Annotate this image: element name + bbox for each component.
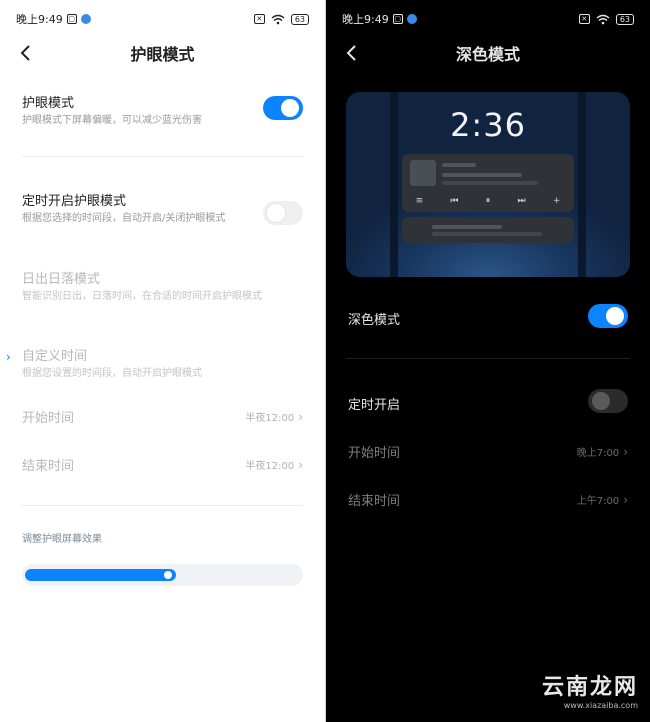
adjust-label: 调整护眼屏幕效果 [22,534,102,545]
dark-start-time-text: 晚上7:00 [576,448,620,459]
chevron-right-icon: › [298,457,303,472]
preview-notification-card [402,217,574,243]
slider-fill [25,569,176,581]
dark-end-time-value[interactable]: 上午7:00 › [576,492,628,508]
wifi-icon [596,14,610,24]
page-header: 护眼模式 [0,38,325,68]
status-bar: 晚上9:49 ▢ ✕ 63 [342,10,634,28]
dark-scheduled-toggle[interactable] [588,389,628,413]
previous-icon: ⏮ [450,196,459,206]
divider [22,505,303,506]
sim-icon: ▢ [392,14,403,24]
sim-icon: ▢ [66,14,77,24]
pause-icon: ⏸ [485,196,491,206]
app-notification-icon [406,14,417,24]
mute-icon: ✕ [578,14,590,24]
status-time: 晚上9:49 [342,13,389,26]
divider [346,358,630,359]
preview-media-controls: ≡ ⏮ ⏸ ⏭ + [402,196,574,206]
preview-line [442,181,538,185]
dark-mode-toggle[interactable] [588,304,628,328]
toggle-knob [267,204,285,222]
scheduled-toggle[interactable] [263,201,303,225]
preview-media-card: ≡ ⏮ ⏸ ⏭ + [402,154,574,212]
preview-line [442,173,522,177]
eye-mode-title: 护眼模式 [22,96,75,111]
custom-subtitle: 根据您设置的时间段，自动开启护眼模式 [22,368,202,379]
custom-title: 自定义时间 [22,349,88,364]
watermark-sub: www.xiazaiba.com [563,701,638,710]
watermark: 云南龙网 www.xiazaiba.com [542,669,638,710]
chevron-right-icon: › [298,409,303,424]
dark-mode-row[interactable]: 深色模式 [348,309,628,328]
scheduled-eye-mode-row[interactable]: 定时开启护眼模式 根据您选择的时间段，自动开启/关闭护眼模式 [22,190,253,226]
plus-icon: + [552,196,561,206]
preview-line [442,163,476,167]
custom-time-row[interactable]: 自定义时间 根据您设置的时间段，自动开启护眼模式 [22,345,303,381]
selected-marker-icon: › [6,350,11,364]
page-header: 深色模式 [326,38,650,68]
sunrise-subtitle: 智能识别日出，日落时间，在合适的时间开启护眼模式 [22,291,262,302]
preview-line [432,232,542,236]
end-time-value[interactable]: 半夜12:00 › [245,457,303,473]
sunrise-sunset-row[interactable]: 日出日落模式 智能识别日出，日落时间，在合适的时间开启护眼模式 [22,268,303,304]
start-time-text: 半夜12:00 [245,413,295,424]
wifi-icon [271,14,285,24]
preview-line [432,225,502,229]
chevron-left-icon[interactable] [16,42,36,64]
eye-effect-slider[interactable] [22,564,303,586]
scheduled-title: 定时开启护眼模式 [22,194,127,209]
dark-scheduled-title: 定时开启 [348,398,401,413]
start-time-value[interactable]: 半夜12:00 › [245,409,303,425]
next-icon: ⏭ [517,196,526,206]
page-title: 深色模式 [455,45,520,64]
end-time-text: 半夜12:00 [245,461,295,472]
page-title: 护眼模式 [130,45,195,64]
divider [22,156,303,157]
eye-mode-row[interactable]: 护眼模式 护眼模式下屏幕偏暖，可以减少蓝光伤害 [22,92,303,128]
dark-end-time-text: 上午7:00 [576,496,620,507]
toggle-knob [281,99,299,117]
scheduled-subtitle: 根据您选择的时间段，自动开启/关闭护眼模式 [22,213,226,224]
app-notification-icon [80,14,91,24]
toggle-knob [592,392,610,410]
battery-icon: 63 [615,13,634,25]
eye-care-screen: 晚上9:49 ▢ ✕ 63 护眼模式 护眼模式 护眼模式下屏幕偏暖，可以减少蓝光… [0,0,325,722]
eye-mode-subtitle: 护眼模式下屏幕偏暖，可以减少蓝光伤害 [22,115,202,126]
battery-icon: 63 [290,13,309,25]
dark-mode-screen: 晚上9:49 ▢ ✕ 63 深色模式 2:36 ≡ ⏮ ⏸ ⏭ + 深色模式 定… [326,0,650,722]
sunrise-title: 日出日落模式 [22,272,101,287]
preview-clock: 2:36 [450,106,526,144]
dark-start-time-value[interactable]: 晚上7:00 › [576,444,628,460]
chevron-right-icon: › [623,444,628,459]
status-bar: 晚上9:49 ▢ ✕ 63 [16,10,309,28]
dark-scheduled-row[interactable]: 定时开启 [348,394,628,413]
preview-thumbnail [410,160,436,186]
status-time: 晚上9:49 [16,13,63,26]
chevron-left-icon[interactable] [342,42,362,64]
eye-mode-toggle[interactable] [263,96,303,120]
chevron-right-icon: › [623,492,628,507]
watermark-main: 云南龙网 [541,675,638,700]
dark-mode-title: 深色模式 [348,313,401,328]
slider-handle[interactable] [164,571,172,579]
mute-icon: ✕ [253,14,265,24]
dark-mode-preview: 2:36 ≡ ⏮ ⏸ ⏭ + [346,92,630,277]
menu-icon: ≡ [415,196,424,206]
toggle-knob [606,307,624,325]
